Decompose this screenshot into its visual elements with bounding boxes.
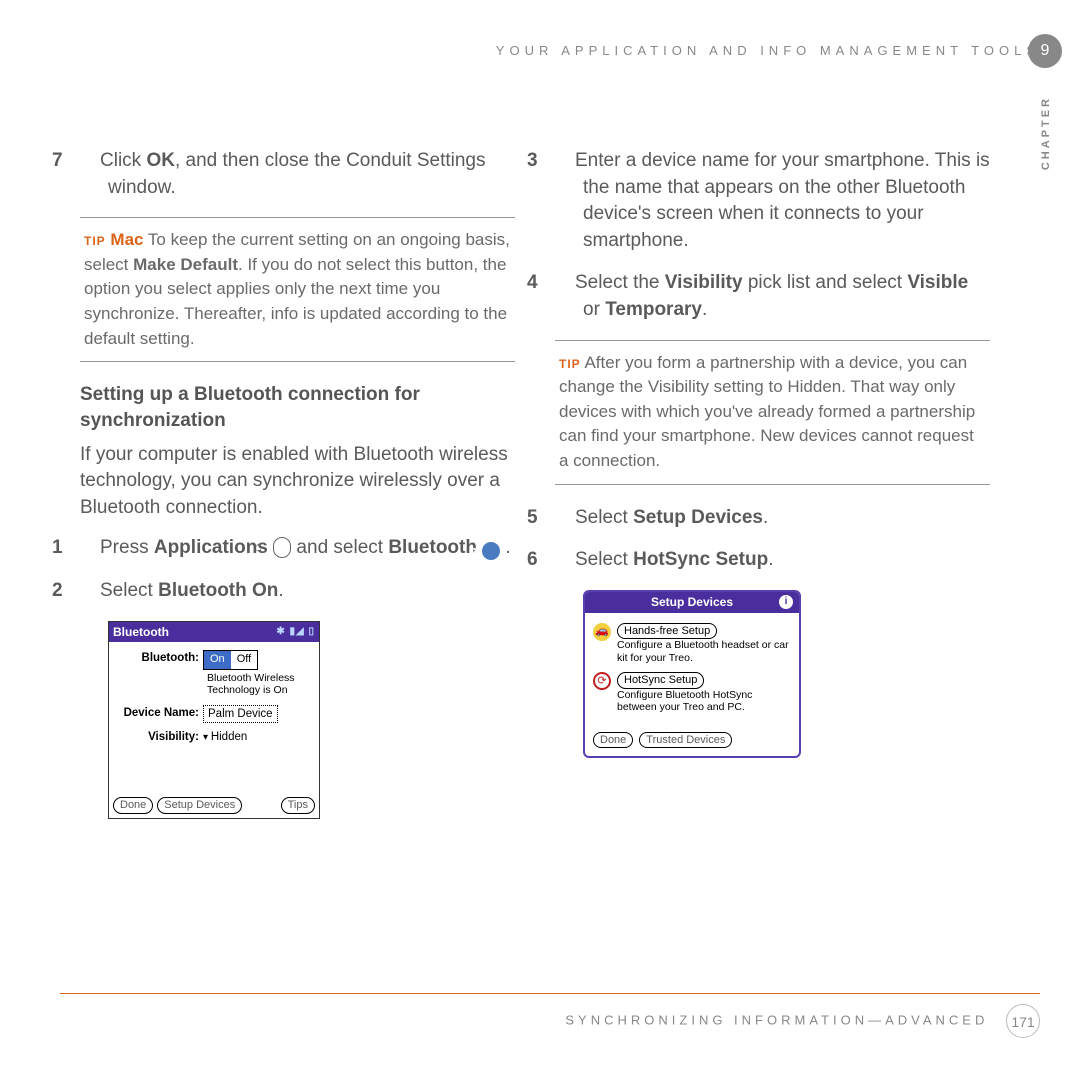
hotsync-desc: Configure Bluetooth HotSync between your… [617,689,791,714]
text: . [763,507,768,528]
text: . [500,537,511,558]
info-icon[interactable]: i [779,595,793,609]
text: Press [100,537,154,558]
bluetooth-label: Bluetooth: [115,650,203,666]
tip-label: TIP [559,357,581,371]
text: Select [575,507,633,528]
text: . [278,580,283,601]
palm-title-text: Bluetooth [113,624,169,641]
step-2: 2Select Bluetooth On. [80,578,515,605]
text: . [702,299,707,320]
text-bold: Bluetooth On [158,580,278,601]
step-1: 1Press Applications ⌂ and select Bluetoo… [80,535,515,562]
done-button[interactable]: Done [593,732,633,748]
step-3: 3Enter a device name for your smartphone… [555,148,990,254]
hotsync-icon: ⟳ [593,672,611,690]
text: Select [100,580,158,601]
step-6: 6Select HotSync Setup. [555,547,990,574]
text: Enter a device name for your smartphone.… [575,150,990,251]
text: Select the [575,272,665,293]
bluetooth-status-text: Bluetooth Wireless Technology is On [207,672,313,697]
tip-box-mac: TIP Mac To keep the current setting on a… [80,217,515,362]
step-number: 3 [555,148,575,175]
step-4: 4Select the Visibility pick list and sel… [555,270,990,323]
setup-devices-screenshot: Setup Devices i 🚗 Hands-free Setup Confi… [583,590,801,758]
toggle-off[interactable]: Off [231,651,257,668]
text: Select [575,549,633,570]
car-icon: 🚗 [593,623,611,641]
text-bold: Temporary [605,299,702,320]
tip-box-visibility: TIP After you form a partnership with a … [555,340,990,485]
section-paragraph: If your computer is enabled with Bluetoo… [80,442,515,522]
right-column: 3Enter a device name for your smartphone… [555,148,990,819]
step-number: 5 [555,505,575,532]
hands-free-desc: Configure a Bluetooth headset or car kit… [617,639,791,664]
text-bold: Make Default [133,255,238,274]
hotsync-setup-button[interactable]: HotSync Setup [617,672,704,688]
palm-title-text: Setup Devices [651,594,733,611]
bluetooth-icon: ✱ [482,542,500,560]
setup-devices-button[interactable]: Setup Devices [157,797,242,813]
step-number: 4 [555,270,575,297]
applications-icon: ⌂ [273,537,291,557]
step-number: 1 [80,535,100,562]
bluetooth-toggle[interactable]: OnOff [203,650,258,669]
device-name-label: Device Name: [115,705,203,721]
step-number: 2 [80,578,100,605]
device-name-field[interactable]: Palm Device [203,705,278,723]
text: After you form a partnership with a devi… [559,353,975,471]
step-5: 5Select Setup Devices. [555,505,990,532]
text-bold: HotSync Setup [633,549,768,570]
text-bold: Setup Devices [633,507,763,528]
visibility-label: Visibility: [115,729,203,745]
step-number: 7 [80,148,100,175]
text-bold: OK [146,150,175,171]
step-7: 7Click OK, and then close the Conduit Se… [80,148,515,201]
palm-title-bar: Bluetooth ✱ ▮◢ ▯ [109,622,319,643]
chapter-number-badge: 9 [1028,34,1062,68]
text-bold: Applications [154,537,268,558]
page-footer: SYNCHRONIZING INFORMATION—ADVANCED 171 [60,993,1040,1038]
header-breadcrumb: YOUR APPLICATION AND INFO MANAGEMENT TOO… [496,43,1040,58]
text: or [583,299,605,320]
text: and select [291,537,388,558]
footer-text: SYNCHRONIZING INFORMATION—ADVANCED [565,1012,988,1027]
text: pick list and select [743,272,908,293]
done-button[interactable]: Done [113,797,153,813]
step-number: 6 [555,547,575,574]
tips-button[interactable]: Tips [281,797,315,813]
chapter-label: CHAPTER [1040,96,1052,170]
toggle-on[interactable]: On [204,651,231,668]
bluetooth-settings-screenshot: Bluetooth ✱ ▮◢ ▯ Bluetooth: OnOff Blueto… [108,621,320,819]
palm-title-bar: Setup Devices i [585,592,799,613]
trusted-devices-button[interactable]: Trusted Devices [639,732,732,748]
text-bold: Bluetooth [388,537,477,558]
text-bold: Visible [907,272,968,293]
palm-status-icons: ✱ ▮◢ ▯ [276,625,315,639]
page-number: 171 [1006,1004,1040,1038]
text: . [768,549,773,570]
hands-free-setup-button[interactable]: Hands-free Setup [617,623,717,639]
text-bold: Visibility [665,272,743,293]
text: Click [100,150,146,171]
left-column: 7Click OK, and then close the Conduit Se… [80,148,515,819]
tip-label: TIP [84,234,106,248]
visibility-dropdown[interactable]: Hidden [203,729,247,745]
mac-label: Mac [110,230,143,249]
section-heading: Setting up a Bluetooth connection for sy… [80,382,515,433]
